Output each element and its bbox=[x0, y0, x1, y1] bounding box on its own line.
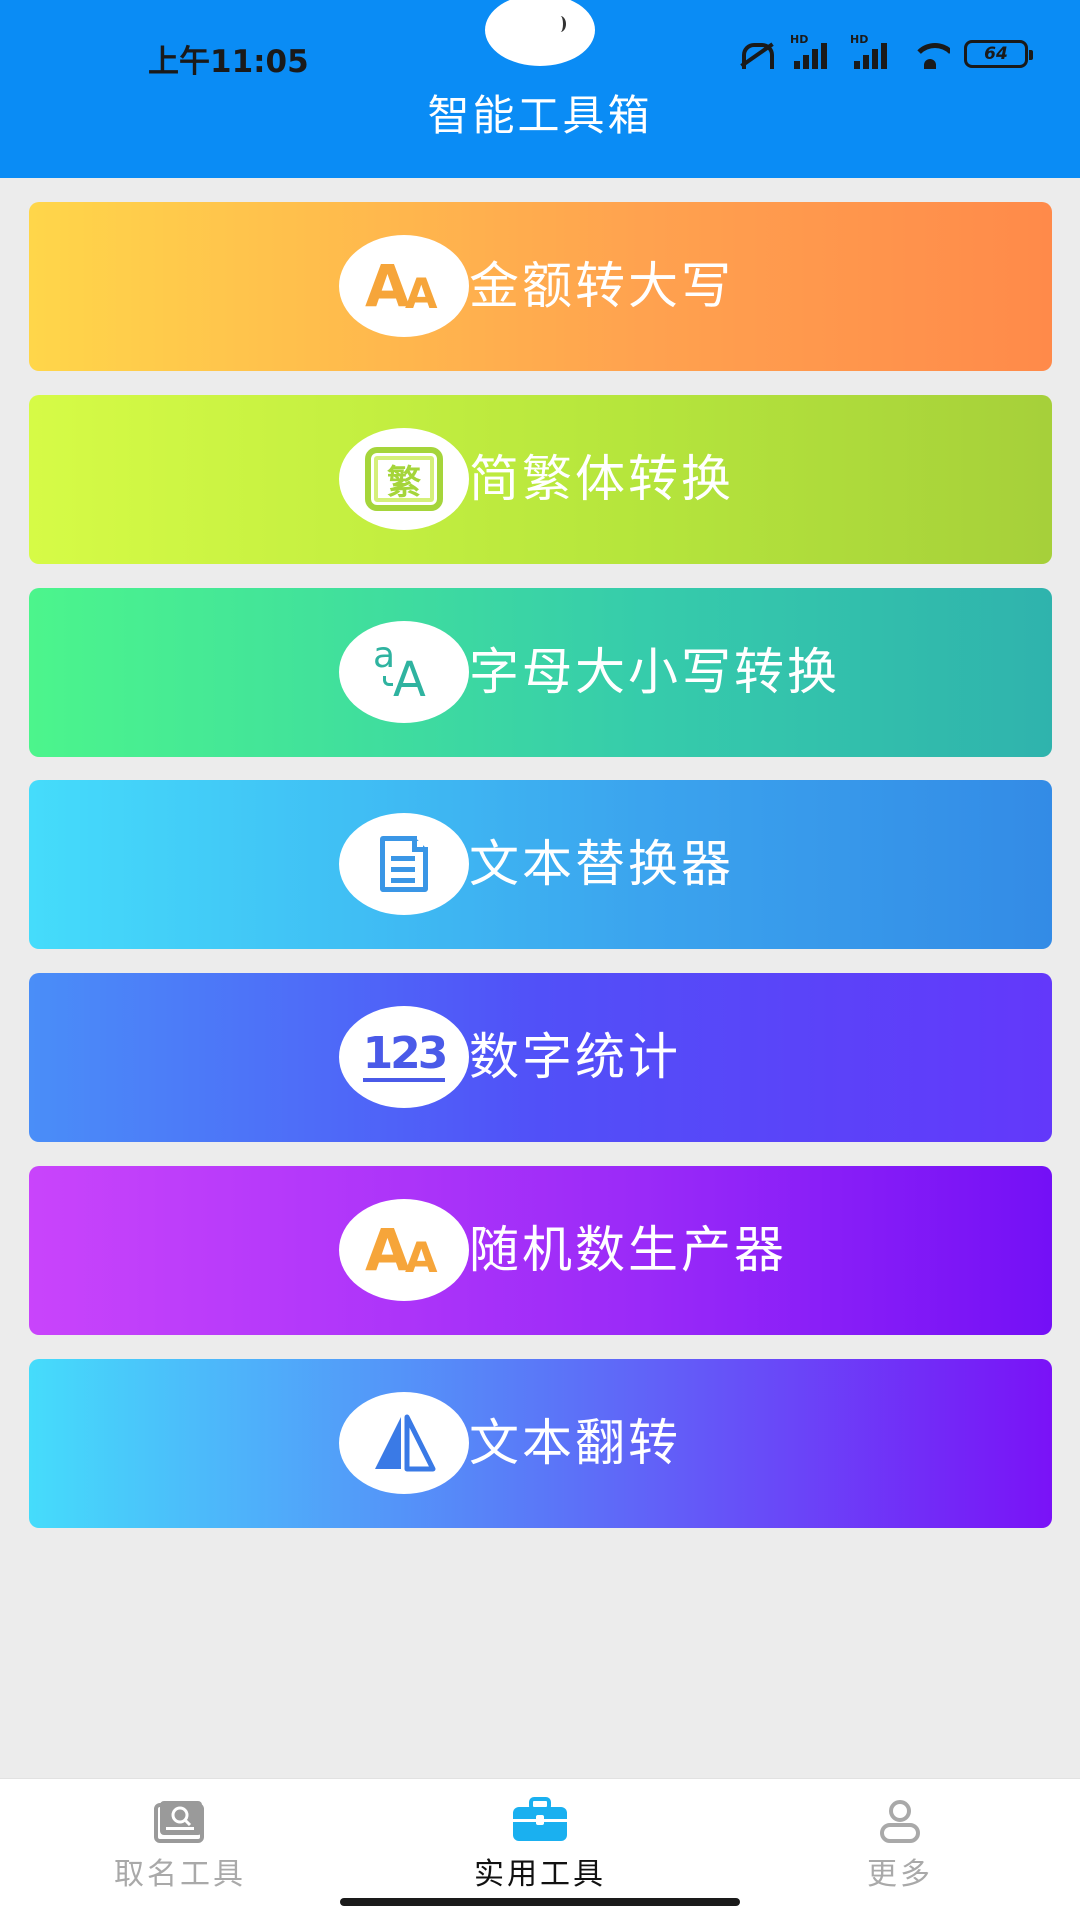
tool-card-text-flip[interactable]: 文本翻转 bbox=[29, 1359, 1052, 1528]
app-header: 上午11:05 HD HD 64 智能工具箱 bbox=[0, 0, 1080, 178]
tool-card-random-number[interactable]: A A 随机数生产器 bbox=[29, 1166, 1052, 1335]
tool-card-letter-case[interactable]: a A 字母大小写转换 bbox=[29, 588, 1052, 757]
tool-label: 随机数生产器 bbox=[469, 1221, 787, 1279]
nav-label: 实用工具 bbox=[474, 1857, 606, 1892]
tool-badge: A A bbox=[339, 1199, 469, 1301]
tool-card-text-replace[interactable]: 文本替换器 bbox=[29, 780, 1052, 949]
letter-case-icon: a A bbox=[373, 635, 426, 708]
tool-card-number-stats[interactable]: 123 数字统计 bbox=[29, 973, 1052, 1142]
tool-badge bbox=[339, 1392, 469, 1494]
flip-triangle-icon bbox=[375, 1414, 436, 1472]
aa-letters-icon: A A bbox=[365, 252, 438, 320]
battery-icon: 64 bbox=[964, 40, 1033, 68]
document-icon bbox=[380, 836, 428, 892]
aa-letters-icon: A A bbox=[365, 1216, 438, 1284]
tool-card-simplified-traditional[interactable]: 繁 简繁体转换 bbox=[29, 395, 1052, 564]
tool-label: 简繁体转换 bbox=[469, 450, 734, 508]
tool-label: 字母大小写转换 bbox=[469, 643, 840, 701]
tool-badge: a A bbox=[339, 621, 469, 723]
nav-item-more[interactable]: 更多 bbox=[800, 1797, 1000, 1893]
nav-item-naming-tools[interactable]: 取名工具 bbox=[80, 1797, 280, 1893]
signal-hd-label: HD bbox=[790, 33, 809, 46]
signal-hd-label: HD bbox=[850, 33, 869, 46]
name-card-icon bbox=[80, 1797, 280, 1843]
camera-cutout-icon bbox=[485, 0, 595, 66]
toolbox-icon bbox=[440, 1797, 640, 1843]
tool-label: 数字统计 bbox=[469, 1028, 681, 1086]
signal-icon: HD bbox=[790, 33, 836, 69]
number-123-icon: 123 bbox=[362, 1032, 448, 1082]
page-title: 智能工具箱 bbox=[427, 91, 653, 140]
nav-item-practical-tools[interactable]: 实用工具 bbox=[440, 1797, 640, 1893]
nav-label: 取名工具 bbox=[114, 1857, 246, 1892]
signal-icon: HD bbox=[850, 33, 896, 69]
traditional-char-icon: 繁 bbox=[365, 447, 443, 511]
nav-label: 更多 bbox=[867, 1857, 933, 1892]
tool-label: 文本替换器 bbox=[469, 835, 734, 893]
tool-badge: 繁 bbox=[339, 428, 469, 530]
tool-label: 文本翻转 bbox=[469, 1414, 681, 1472]
tool-card-amount-to-uppercase[interactable]: A A 金额转大写 bbox=[29, 202, 1052, 371]
status-icons: HD HD 64 bbox=[736, 33, 1033, 72]
tool-badge: A A bbox=[339, 235, 469, 337]
tool-badge bbox=[339, 813, 469, 915]
tool-label: 金额转大写 bbox=[469, 257, 734, 315]
mute-bell-icon bbox=[736, 39, 776, 69]
home-indicator[interactable] bbox=[340, 1898, 740, 1906]
tool-badge: 123 bbox=[339, 1006, 469, 1108]
status-bar: 上午11:05 HD HD 64 bbox=[0, 0, 1080, 90]
status-time: 上午11:05 bbox=[148, 44, 309, 80]
wifi-icon bbox=[910, 39, 950, 69]
person-icon bbox=[800, 1797, 1000, 1843]
